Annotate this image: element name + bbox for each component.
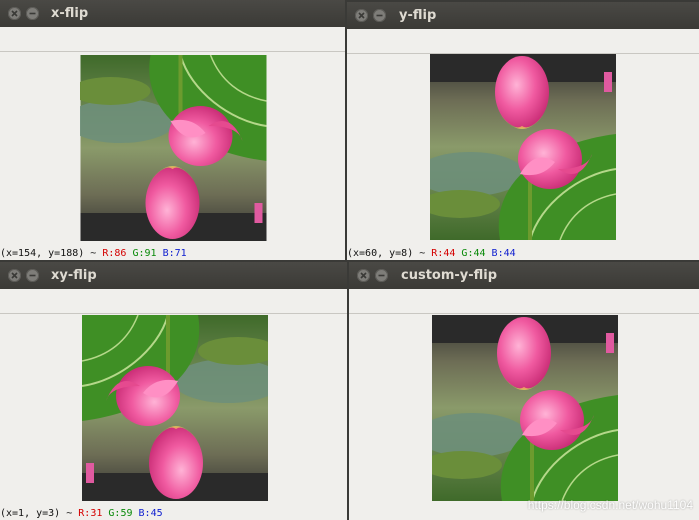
watermark: https://blog.csdn.net/wohu1104 (527, 498, 693, 512)
status-blue: B:45 (138, 508, 163, 519)
toolbar (0, 289, 347, 314)
status-blue: B:71 (162, 248, 187, 259)
status-blue: B:44 (491, 248, 516, 259)
status-red: R:86 (102, 248, 127, 259)
minimize-icon[interactable] (373, 9, 386, 22)
window-custom-y-flip: custom-y-flip https://blog.csdn.net/wohu… (349, 262, 699, 520)
close-icon[interactable] (355, 9, 368, 22)
window-title: x-flip (51, 6, 89, 21)
flipped-image[interactable] (80, 55, 267, 241)
window-xy-flip: xy-flip (x=1, y=3) ~ R:31 G:59 B:45 (0, 262, 347, 520)
flipped-image[interactable] (430, 54, 616, 240)
close-icon[interactable] (8, 7, 21, 20)
window-title: y-flip (399, 8, 437, 23)
status-coords: (x=154, y=188) ~ (0, 248, 103, 259)
window-title: xy-flip (51, 268, 97, 283)
titlebar[interactable]: custom-y-flip (349, 262, 699, 289)
pixel-status: (x=60, y=8) ~ R:44 G:44 B:44 (347, 248, 516, 260)
window-x-flip: x-flip (x=154, y=188) ~ R:86 G:91 B:71 (0, 0, 345, 260)
toolbar (347, 29, 699, 54)
status-green: G:91 (132, 248, 157, 259)
titlebar[interactable]: xy-flip (0, 262, 347, 289)
status-green: G:44 (461, 248, 486, 259)
status-red: R:31 (78, 508, 103, 519)
pixel-status: (x=1, y=3) ~ R:31 G:59 B:45 (0, 508, 163, 520)
titlebar[interactable]: x-flip (0, 0, 345, 27)
status-green: G:59 (108, 508, 133, 519)
close-icon[interactable] (357, 269, 370, 282)
toolbar (349, 289, 699, 314)
status-red: R:44 (431, 248, 456, 259)
close-icon[interactable] (8, 269, 21, 282)
minimize-icon[interactable] (375, 269, 388, 282)
status-coords: (x=60, y=8) ~ (347, 248, 432, 259)
titlebar[interactable]: y-flip (347, 2, 699, 29)
pixel-status: (x=154, y=188) ~ R:86 G:91 B:71 (0, 248, 187, 260)
window-y-flip: y-flip (x=60, y=8) ~ R:44 G:44 B:44 (347, 2, 699, 260)
minimize-icon[interactable] (26, 269, 39, 282)
status-coords: (x=1, y=3) ~ (0, 508, 79, 519)
minimize-icon[interactable] (26, 7, 39, 20)
window-title: custom-y-flip (401, 268, 498, 283)
flipped-image[interactable] (82, 315, 268, 501)
toolbar (0, 27, 345, 52)
flipped-image[interactable] (432, 315, 618, 501)
